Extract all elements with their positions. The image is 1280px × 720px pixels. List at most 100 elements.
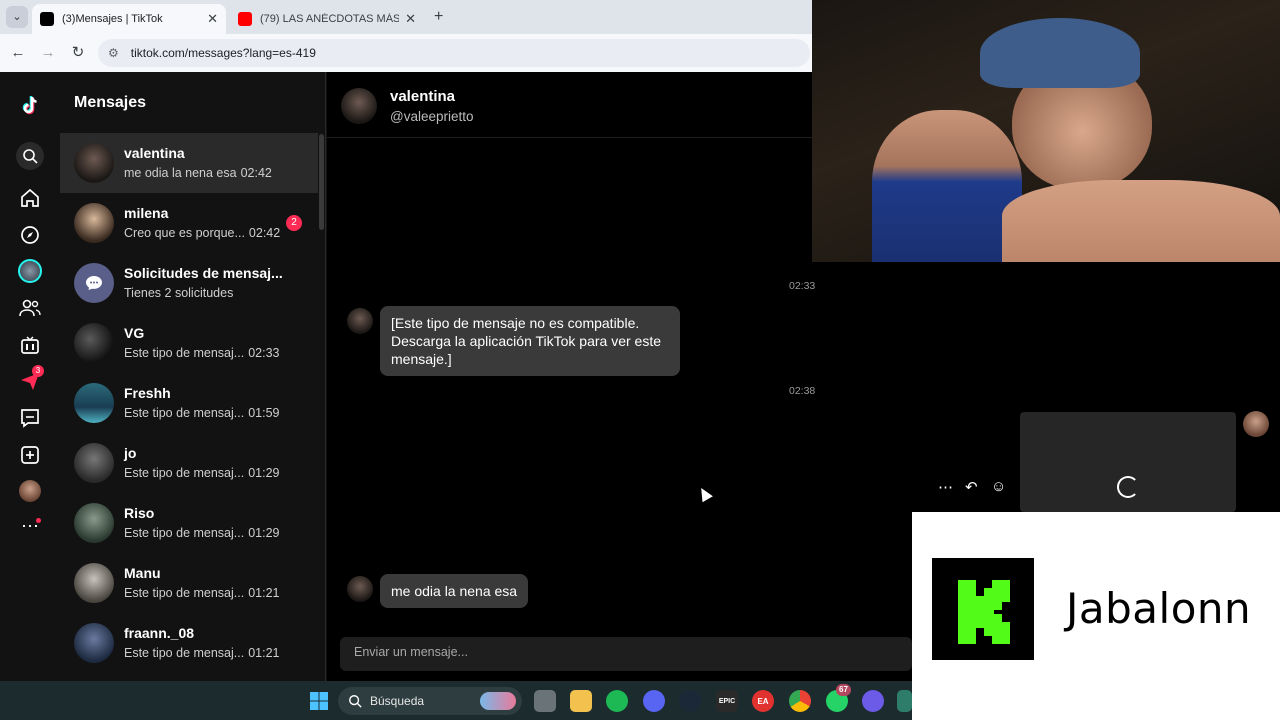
live-tv-icon[interactable] [18,333,42,357]
conversation-preview: Este tipo de mensaj... 01:21 [124,646,280,660]
conversation-name: valentina [124,145,185,161]
conversation-name: jo [124,445,137,461]
channel-name: Jabalonn [1066,584,1252,633]
unread-badge: 2 [286,215,302,231]
browser-toolbar: ← → ↻ ⚙ tiktok.com/messages?lang=es-419 [0,34,812,72]
windows-start-icon[interactable] [308,690,330,712]
avatar [74,383,114,423]
chat-avatar[interactable] [341,88,377,124]
chat-handle: @valeeprietto [390,109,474,124]
more-options-icon[interactable]: ⋯ [938,478,953,496]
conversation-item-requests[interactable]: Solicitudes de mensaj... Tienes 2 solici… [60,253,318,313]
avatar [74,503,114,543]
conversation-list: Mensajes valentina me odia la nena esa 02… [60,72,326,681]
spotify-icon[interactable] [606,690,628,712]
conversation-item-fraann[interactable]: fraann._08 Este tipo de mensaj... 01:21 [60,613,318,673]
message-bubble: me odia la nena esa [380,574,529,608]
tab-title: (79) LAS ANÉCDOTAS MÁS PAR [260,13,400,25]
youtube-favicon-icon [238,12,252,26]
conversation-item-freshh[interactable]: Freshh Este tipo de mensaj... 01:59 [60,373,318,433]
conversation-item-riso[interactable]: Riso Este tipo de mensaj... 01:29 [60,493,318,553]
reply-icon[interactable]: ↶ [965,478,978,496]
conversation-name: fraann._08 [124,625,195,641]
search-icon[interactable] [16,142,44,170]
conversation-item-milena[interactable]: milena Creo que es porque... 02:42 2 [60,193,318,253]
close-tab-icon[interactable]: ✕ [207,11,218,27]
search-icon [349,695,362,708]
site-info-icon[interactable]: ⚙ [108,46,119,60]
following-icon[interactable] [18,296,42,320]
tab-youtube[interactable]: (79) LAS ANÉCDOTAS MÁS PAR ✕ [230,4,424,34]
message-avatar [347,308,373,334]
new-tab-button[interactable]: + [434,8,443,26]
avatar [74,563,114,603]
tiktok-app: 3 ⋯ Mensajes valentina me odia la nena e… [0,72,912,681]
ea-icon[interactable]: EA [752,690,774,712]
avatar [74,443,114,483]
explore-icon[interactable] [18,223,42,247]
tab-search-button[interactable]: ⌄ [6,6,28,28]
avatar [74,323,114,363]
add-reaction-icon[interactable]: ☺ [991,478,1006,495]
whatsapp-icon[interactable]: 67 [826,684,851,712]
app-icon[interactable] [862,690,884,712]
loading-spinner-icon [1117,476,1139,498]
conversation-preview: Este tipo de mensaj... 01:29 [124,526,280,540]
steam-icon[interactable] [679,690,701,712]
conversation-list-scrollbar[interactable] [319,134,324,230]
conversation-item-valentina[interactable]: valentina me odia la nena esa 02:42 [60,133,318,193]
conversation-preview: Este tipo de mensaj... 01:29 [124,466,280,480]
taskbar-search-label: Búsqueda [370,694,425,708]
avatar [74,623,114,663]
avatar [74,203,114,243]
conversation-item-manu[interactable]: Manu Este tipo de mensaj... 01:21 [60,553,318,613]
task-view-icon[interactable] [534,690,556,712]
tiktok-favicon-icon [40,12,54,26]
messages-heading: Mensajes [74,94,147,111]
profile-icon[interactable] [18,479,42,503]
close-tab-icon[interactable]: ✕ [405,11,416,27]
send-icon[interactable]: 3 [18,365,44,393]
message-timestamp: 02:38 [789,385,816,397]
discord-icon[interactable] [643,690,665,712]
reload-icon[interactable]: ↻ [68,43,88,63]
person-left [872,110,1022,262]
epic-games-icon[interactable]: EPIC [716,690,738,712]
conversation-preview: me odia la nena esa 02:42 [124,166,272,180]
message-requests-icon [74,263,114,303]
more-icon[interactable]: ⋯ [18,514,42,538]
browser-tab-bar: ⌄ (3)Mensajes | TikTok ✕ (79) LAS ANÉCDO… [0,0,812,34]
upload-icon[interactable] [18,443,42,467]
tab-title: (3)Mensajes | TikTok [62,13,163,25]
conversation-preview: Este tipo de mensaj... 02:33 [124,346,280,360]
tab-tiktok-messages[interactable]: (3)Mensajes | TikTok ✕ [32,4,226,34]
file-explorer-icon[interactable] [570,690,592,712]
message-input[interactable] [354,645,874,659]
person-right-body [1002,180,1280,262]
send-badge: 3 [32,365,44,377]
back-icon[interactable]: ← [8,43,28,63]
conversation-item-jo[interactable]: jo Este tipo de mensaj... 01:29 [60,433,318,493]
whatsapp-badge: 67 [836,684,851,696]
icon-rail: 3 ⋯ [0,72,60,681]
avatar [74,143,114,183]
conversation-item-vg[interactable]: VG Este tipo de mensaj... 02:33 [60,313,318,373]
conversation-name: Manu [124,565,161,581]
kick-logo-icon [932,558,1034,660]
message-composer[interactable] [340,637,912,671]
address-bar[interactable]: ⚙ tiktok.com/messages?lang=es-419 [98,39,810,67]
home-icon[interactable] [18,186,42,210]
sender-avatar [1243,411,1269,437]
taskbar-search[interactable]: Búsqueda [338,687,522,715]
chat-name[interactable]: valentina [390,88,455,105]
live-avatar-icon[interactable] [18,259,42,283]
message-timestamp: 02:33 [789,280,816,292]
url-text: tiktok.com/messages?lang=es-419 [130,46,316,60]
conversation-name: milena [124,205,169,221]
messages-icon[interactable] [18,406,42,430]
chrome-icon[interactable] [789,690,811,712]
chrome-active-icon[interactable] [897,690,912,712]
conversation-name: Freshh [124,385,171,401]
forward-icon[interactable]: → [38,43,58,63]
tiktok-logo-icon[interactable] [18,94,42,118]
